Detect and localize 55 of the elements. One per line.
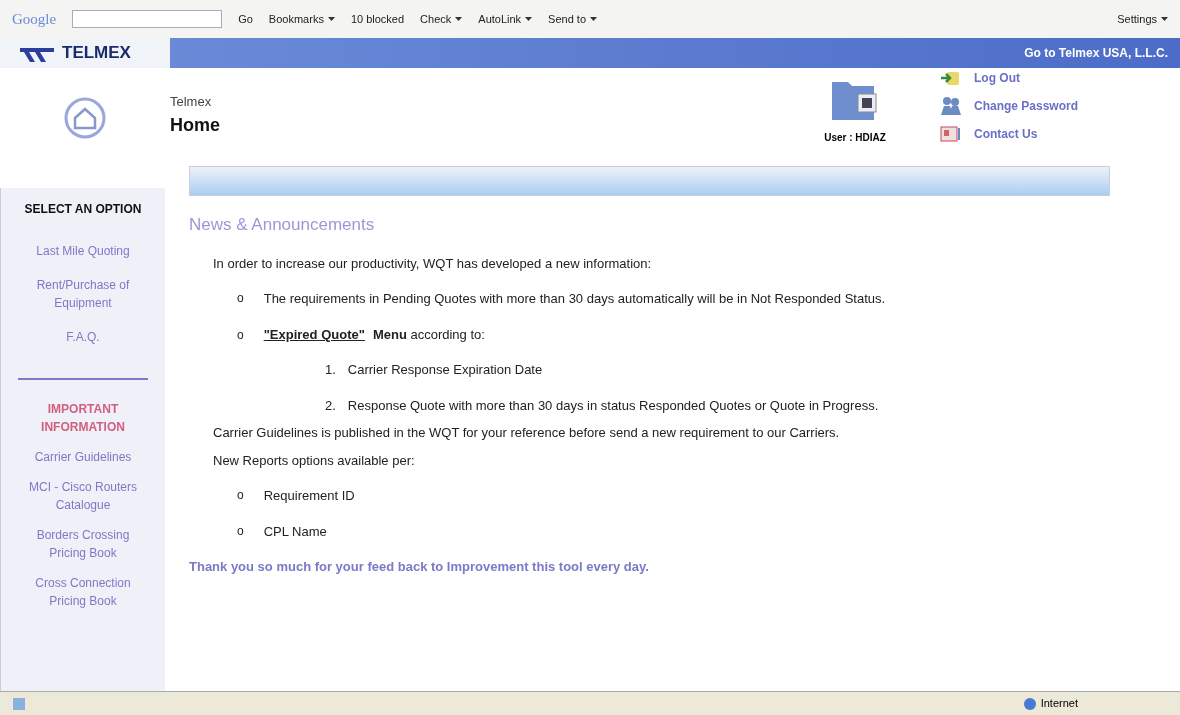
card-icon <box>940 124 962 144</box>
home-icon <box>63 96 107 140</box>
list-number: 1. <box>325 361 336 379</box>
toolbar-button[interactable]: Bookmarks <box>268 10 335 28</box>
sidebar-heading: SELECT AN OPTION <box>24 201 142 218</box>
people-icon <box>940 96 962 116</box>
news-title: News & Announcements <box>189 214 376 236</box>
header-link[interactable]: Log Out <box>974 69 1020 87</box>
thanks-text: Thank you so much for your feed back to Improvement this tool every day. <box>189 558 650 576</box>
reports-text: New Reports options available per: <box>212 451 416 470</box>
bullet-text: Menu according to: <box>372 325 485 344</box>
header-link[interactable]: Contact Us <box>974 125 1038 143</box>
sidebar-link[interactable]: Last Mile Quoting <box>13 242 153 260</box>
report-option: CPL Name <box>263 521 327 541</box>
google-logo: Google <box>12 9 57 29</box>
list-number: 2. <box>325 396 336 415</box>
guidelines-text: Carrier Guidelines is published in the WQT for your reference before send a new requirement to our Carriers. <box>212 424 841 442</box>
globe-icon <box>1022 696 1037 711</box>
important-heading: IMPORTANT INFORMATION <box>40 401 126 436</box>
bullet-marker: o <box>237 487 244 504</box>
search-field[interactable] <box>72 10 223 28</box>
list-text: Carrier Response Expiration Date <box>347 361 543 379</box>
settings-button[interactable]: Settings <box>1117 10 1168 28</box>
sidebar-link[interactable]: F.A.Q. <box>13 328 153 346</box>
report-option: Requirement ID <box>263 486 355 506</box>
bullet-marker: o <box>237 290 244 307</box>
caret-icon <box>455 17 463 21</box>
toolbar-button[interactable]: Check <box>420 10 463 28</box>
list-text: Response Quote with more than 30 days in status Responded Quotes or Quote in Progress. <box>347 396 879 415</box>
page-subtitle: Telmex <box>170 93 213 111</box>
sidebar-link[interactable]: Rent/Purchase of Equipment <box>13 276 153 312</box>
header-link[interactable]: Change Password <box>974 97 1079 115</box>
bullet-marker: o <box>237 326 244 344</box>
caret-icon <box>327 17 335 21</box>
toolbar-button[interactable]: Go <box>238 10 253 28</box>
bullet-marker: o <box>237 522 244 540</box>
intro-text: In order to increase our productivity, WQT has developed a new information: <box>212 254 653 273</box>
toolbar-button[interactable]: 10 blocked <box>350 10 405 28</box>
expired-quote-link[interactable]: "Expired Quote" <box>263 324 365 344</box>
caret-icon <box>590 17 598 21</box>
page-icon <box>12 696 26 711</box>
page-title: Home <box>170 113 221 137</box>
sidebar-link[interactable]: Borders Crossing Pricing Book <box>17 526 149 562</box>
logo-text: TELMEX <box>62 42 131 65</box>
user-label: User : HDIAZ <box>824 131 886 145</box>
sidebar-link[interactable]: Cross Connection Pricing Book <box>17 574 149 610</box>
zone-label: Internet <box>1040 696 1078 712</box>
bullet-text: The requirements in Pending Quotes with more than 30 days automatically will be in Not Responded Status. <box>263 290 886 308</box>
sidebar-link[interactable]: MCI - Cisco Routers Catalogue <box>17 478 149 514</box>
sidebar-link[interactable]: Carrier Guidelines <box>17 448 149 466</box>
caret-icon <box>1161 17 1168 21</box>
caret-icon <box>525 17 533 21</box>
toolbar-button[interactable]: AutoLink <box>478 10 533 28</box>
toolbar-button[interactable]: Send to <box>548 10 598 28</box>
telmex-usa-link[interactable]: Go to Telmex USA, L.L.C. <box>1024 44 1168 62</box>
